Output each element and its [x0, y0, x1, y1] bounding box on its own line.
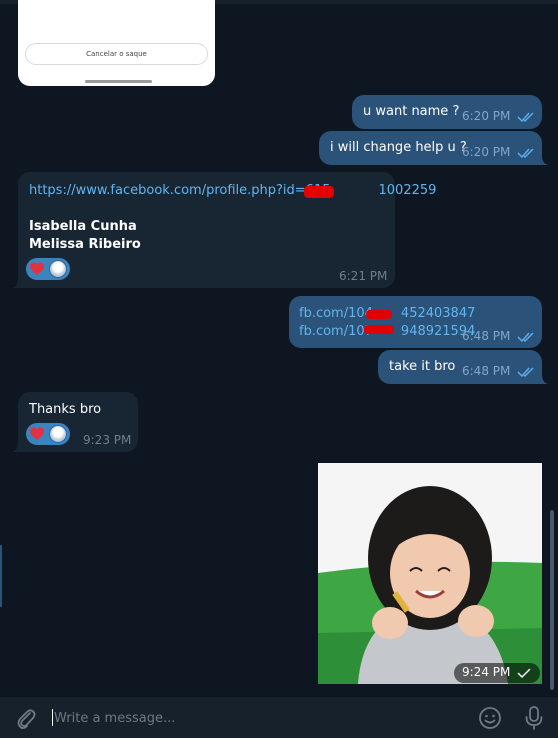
- bubble-tail: [10, 278, 18, 288]
- reactions-pill[interactable]: [26, 258, 70, 280]
- message-bubble-incoming[interactable]: Thanks bro 9:23 PM: [18, 392, 138, 452]
- reactions-pill[interactable]: [26, 423, 70, 445]
- screenshot-message[interactable]: Cancelar o saque: [18, 0, 215, 86]
- profile-link-start: https://www.facebook.com/profile.php?id=…: [29, 183, 331, 198]
- paperclip-icon[interactable]: [14, 707, 38, 731]
- sent-check-icon: [517, 668, 531, 679]
- side-accent: [0, 545, 2, 607]
- message-composer: [0, 696, 558, 738]
- photo-time-badge: 9:24 PM: [454, 663, 540, 683]
- bubble-tail: [10, 442, 18, 452]
- fb-link-start: fb.com/104: [299, 306, 373, 321]
- fb-link-end: 452403847: [400, 306, 476, 321]
- cancel-withdraw-button: Cancelar o saque: [25, 43, 208, 65]
- message-time: 6:21 PM: [339, 269, 388, 283]
- profile-link[interactable]: https://www.facebook.com/profile.php?id=…: [29, 183, 436, 198]
- redaction-mark: [304, 186, 334, 198]
- message-text: take it bro: [389, 359, 456, 374]
- message-text: Thanks bro: [29, 402, 102, 417]
- message-bubble-incoming[interactable]: https://www.facebook.com/profile.php?id=…: [18, 172, 436, 288]
- message-text: i will change help u ?: [330, 140, 467, 155]
- read-ticks-icon: [517, 148, 534, 159]
- message-text: u want name ?: [363, 104, 460, 119]
- read-ticks-icon: [517, 112, 534, 123]
- read-ticks-icon: [517, 332, 534, 343]
- scrollbar-thumb[interactable]: [550, 510, 554, 690]
- read-ticks-icon: [517, 367, 534, 378]
- message-bubble-outgoing[interactable]: i will change help u ? 6:20 PM: [319, 131, 542, 165]
- text-caret: [52, 709, 53, 726]
- child-photo: [318, 463, 542, 684]
- message-time: 6:48 PM: [462, 364, 511, 378]
- contact-name: Isabella Cunha: [29, 219, 137, 234]
- contact-name: Melissa Ribeiro: [29, 237, 141, 252]
- redaction-mark: [364, 325, 394, 334]
- message-time: 6:20 PM: [462, 145, 511, 159]
- reaction-avatar: [49, 260, 67, 278]
- home-indicator: [85, 80, 152, 83]
- message-time: 6:20 PM: [462, 109, 511, 123]
- message-time: 6:48 PM: [462, 329, 511, 343]
- chat-window: Cancelar o saque u want name ? 6:20 PM i…: [0, 0, 558, 738]
- smile-icon[interactable]: [478, 706, 502, 730]
- message-bubble-outgoing[interactable]: fb.com/104 452403847 fb.com/107 948921594 …: [289, 296, 542, 348]
- bubble-tail: [542, 374, 550, 384]
- bubble-tail: [542, 155, 550, 165]
- redaction-mark: [366, 310, 392, 319]
- message-time: 9:23 PM: [83, 433, 132, 447]
- photo-message[interactable]: 9:24 PM: [318, 463, 542, 684]
- fb-link-start: fb.com/107: [299, 324, 373, 339]
- message-bubble-outgoing[interactable]: u want name ? 6:20 PM: [352, 95, 542, 129]
- profile-link-end: 1002259: [378, 183, 437, 198]
- heart-icon: [30, 262, 44, 275]
- microphone-icon[interactable]: [522, 705, 546, 731]
- message-input[interactable]: [54, 707, 454, 729]
- heart-icon: [30, 427, 44, 440]
- message-time: 9:24 PM: [462, 665, 511, 679]
- message-bubble-outgoing[interactable]: take it bro 6:48 PM: [378, 350, 542, 384]
- reaction-avatar: [49, 425, 67, 443]
